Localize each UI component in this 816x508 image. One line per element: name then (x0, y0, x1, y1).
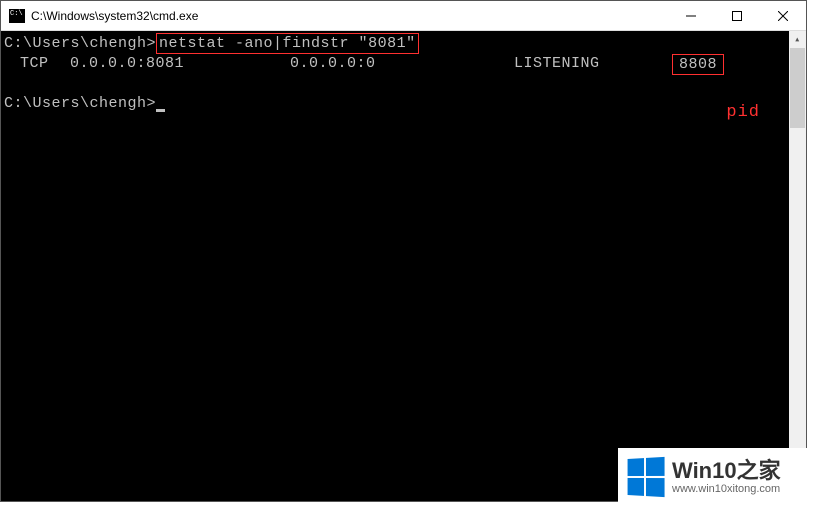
protocol-col: TCP (4, 54, 70, 75)
titlebar[interactable]: C:\Windows\system32\cmd.exe (1, 1, 806, 31)
windows-logo-icon (628, 457, 665, 497)
maximize-button[interactable] (714, 1, 760, 31)
prompt-line-1: C:\Users\chengh>netstat -ano|findstr "80… (1, 33, 806, 54)
terminal-area[interactable]: C:\Users\chengh>netstat -ano|findstr "80… (1, 31, 806, 501)
command-text: netstat -ano|findstr "8081" (159, 35, 416, 52)
cmd-window: C:\Windows\system32\cmd.exe C:\Users\che… (0, 0, 807, 502)
window-controls (668, 1, 806, 30)
prompt-text-2: C:\Users\chengh> (4, 95, 156, 112)
pid-annotation: pid (726, 103, 760, 122)
pid-value: 8808 (679, 56, 717, 73)
watermark-title: Win10之家 (672, 459, 781, 483)
close-button[interactable] (760, 1, 806, 31)
watermark: Win10之家 www.win10xitong.com (618, 448, 814, 506)
scroll-up-arrow-icon[interactable]: ▴ (789, 31, 806, 48)
command-highlight: netstat -ano|findstr "8081" (156, 33, 419, 54)
cmd-icon (9, 9, 25, 23)
state-col: LISTENING (514, 54, 672, 75)
pid-highlight: 8808 (672, 54, 724, 75)
prompt-line-2: C:\Users\chengh> (1, 94, 806, 113)
cursor (156, 109, 165, 112)
watermark-text: Win10之家 www.win10xitong.com (672, 459, 781, 495)
foreign-address-col: 0.0.0.0:0 (290, 54, 514, 75)
minimize-button[interactable] (668, 1, 714, 31)
netstat-output-row: TCP 0.0.0.0:8081 0.0.0.0:0 LISTENING 880… (1, 54, 806, 75)
prompt-text: C:\Users\chengh> (4, 35, 156, 52)
empty-line (1, 75, 806, 94)
watermark-url: www.win10xitong.com (672, 483, 781, 495)
scrollbar-thumb[interactable] (790, 48, 805, 128)
window-title: C:\Windows\system32\cmd.exe (31, 9, 668, 23)
local-address-col: 0.0.0.0:8081 (70, 54, 290, 75)
vertical-scrollbar[interactable]: ▴ ▾ (789, 31, 806, 501)
